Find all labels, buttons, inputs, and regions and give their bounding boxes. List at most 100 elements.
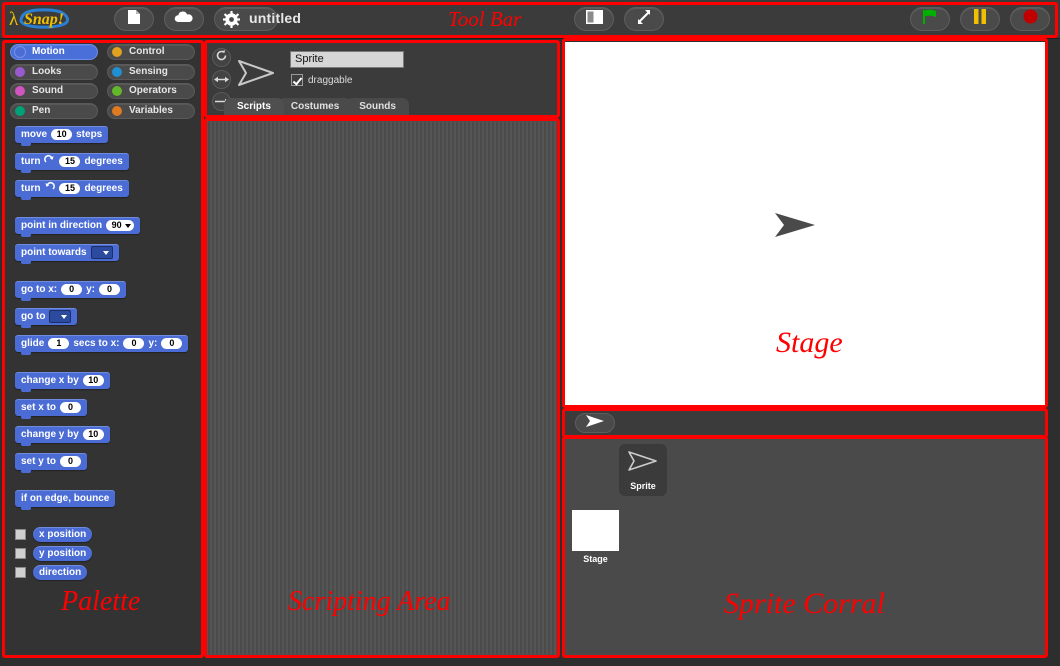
block-dropdown-slot[interactable]: [90, 246, 113, 259]
glide-block[interactable]: glide 1 secs to x: 0 y: 0: [15, 335, 189, 355]
block-label: secs to x:: [73, 338, 120, 349]
project-title: untitled: [249, 10, 302, 26]
x-position-reporter[interactable]: x position: [33, 527, 93, 542]
turn-left-block[interactable]: turn 15 degrees: [15, 180, 129, 200]
draggable-row: draggable: [291, 74, 352, 86]
stage-size-icon: [585, 9, 603, 29]
block-input-slot[interactable]: 10: [82, 375, 104, 386]
sprite-preview-icon: [236, 56, 276, 90]
corral-sprite-tile[interactable]: Sprite: [619, 444, 667, 496]
point-in-direction-block[interactable]: point in direction 90: [15, 217, 141, 237]
watcher-checkbox[interactable]: [15, 567, 26, 578]
sprite-header-bar: Sprite draggable Scripts Costumes Sounds: [206, 42, 558, 120]
full-screen-button[interactable]: [624, 7, 664, 31]
block-label: move: [21, 129, 48, 140]
file-icon: [127, 9, 141, 30]
scripting-area[interactable]: [206, 120, 558, 656]
palette-category-operators[interactable]: Operators: [107, 83, 195, 99]
move-steps-block[interactable]: move 10 steps: [15, 126, 109, 146]
rotation-leftright-button[interactable]: [212, 70, 231, 89]
file-button[interactable]: [114, 7, 154, 31]
cloud-icon: [174, 10, 194, 29]
block-dropdown-slot[interactable]: 90: [106, 220, 135, 231]
block-input-slot[interactable]: 0: [61, 284, 83, 295]
palette-panel[interactable]: Motion Looks Sound Pen Control Sensing Operato…: [4, 42, 202, 656]
change-y-block[interactable]: change y by 10: [15, 426, 110, 446]
set-y-block[interactable]: set y to 0: [15, 453, 88, 473]
block-input-slot[interactable]: 15: [59, 183, 81, 194]
palette-category-looks[interactable]: Looks: [10, 63, 98, 80]
block-label: go to: [21, 311, 46, 322]
rotation-free-button[interactable]: [212, 48, 231, 67]
block-input-slot[interactable]: 0: [99, 284, 121, 295]
block-input-slot[interactable]: 10: [82, 429, 104, 440]
category-label: Sound: [32, 85, 64, 96]
svg-text:λ: λ: [9, 9, 19, 30]
category-label: Looks: [32, 65, 62, 77]
palette-category-control[interactable]: Control: [107, 44, 195, 60]
point-towards-block[interactable]: point towards: [15, 244, 119, 264]
block-input-slot[interactable]: 1: [48, 338, 70, 349]
block-input-slot[interactable]: 0: [161, 338, 183, 349]
block-input-slot[interactable]: 0: [60, 402, 82, 413]
draggable-checkbox[interactable]: [291, 74, 303, 86]
palette-category-sensing[interactable]: Sensing: [107, 63, 195, 80]
block-input-slot[interactable]: 0: [123, 338, 145, 349]
arrow-sprite-icon: [584, 414, 606, 433]
block-dropdown-slot[interactable]: [49, 310, 72, 323]
pause-icon: [973, 9, 987, 29]
palette-category-variables[interactable]: Variables: [107, 102, 195, 119]
snap-logo[interactable]: λ Snap!: [8, 4, 100, 34]
svg-text:Snap!: Snap!: [24, 11, 64, 28]
tab-sounds[interactable]: Sounds: [346, 98, 409, 116]
stage-sprite-arrow[interactable]: [773, 210, 817, 240]
tab-scripts[interactable]: Scripts: [224, 98, 284, 116]
block-input-slot[interactable]: 15: [59, 156, 81, 167]
palette-category-pen[interactable]: Pen: [10, 102, 98, 119]
category-buttons: Motion Looks Sound Pen Control Sensing Operato…: [4, 44, 202, 122]
pause-button[interactable]: [960, 7, 1000, 31]
sprite-name-field[interactable]: Sprite: [290, 51, 404, 68]
category-color-dot: [15, 66, 25, 77]
category-color-dot: [15, 86, 25, 96]
block-label: change x by: [21, 375, 79, 386]
stage[interactable]: [565, 42, 1045, 405]
block-input-slot[interactable]: 10: [51, 129, 73, 140]
turn-right-block[interactable]: turn 15 degrees: [15, 153, 129, 173]
category-label: Variables: [129, 104, 173, 116]
stage-size-button[interactable]: [574, 7, 614, 31]
change-x-block[interactable]: change x by 10: [15, 372, 110, 392]
category-label: Motion: [32, 46, 65, 57]
watcher-checkbox[interactable]: [15, 529, 26, 540]
stop-button[interactable]: [1010, 7, 1050, 31]
block-label: if on edge, bounce: [21, 493, 110, 504]
cloud-button[interactable]: [164, 7, 204, 31]
set-x-block[interactable]: set x to 0: [15, 399, 88, 419]
y-position-reporter[interactable]: y position: [33, 546, 93, 561]
add-sprite-button[interactable]: [575, 413, 615, 433]
category-label: Control: [129, 46, 165, 57]
tab-costumes[interactable]: Costumes: [277, 98, 353, 116]
corral-bar: [563, 410, 1047, 436]
go-to-block[interactable]: go to: [15, 308, 78, 328]
if-on-edge-bounce-block[interactable]: if on edge, bounce: [15, 490, 116, 510]
category-color-dot: [15, 47, 25, 57]
block-label: turn: [21, 183, 41, 194]
watcher-checkbox[interactable]: [15, 548, 26, 559]
corral-sprite-label: Sprite: [630, 481, 656, 491]
sprite-thumbnail-icon: [627, 449, 659, 478]
block-input-slot[interactable]: 0: [60, 456, 82, 467]
green-flag-button[interactable]: [910, 7, 950, 31]
palette-category-sound[interactable]: Sound: [10, 83, 98, 99]
direction-reporter[interactable]: direction: [33, 565, 88, 580]
category-color-dot: [112, 86, 122, 96]
block-label: y:: [86, 284, 96, 295]
palette-category-motion[interactable]: Motion: [10, 44, 98, 60]
rotate-icon: [215, 49, 228, 67]
sprite-corral[interactable]: Sprite Stage: [563, 438, 1047, 656]
tool-bar: λ Snap! untitled: [0, 0, 1060, 39]
corral-stage-tile[interactable]: Stage: [572, 510, 619, 564]
stop-icon: [1023, 9, 1038, 29]
go-to-xy-block[interactable]: go to x: 0 y: 0: [15, 281, 127, 301]
category-label: Operators: [129, 85, 177, 96]
